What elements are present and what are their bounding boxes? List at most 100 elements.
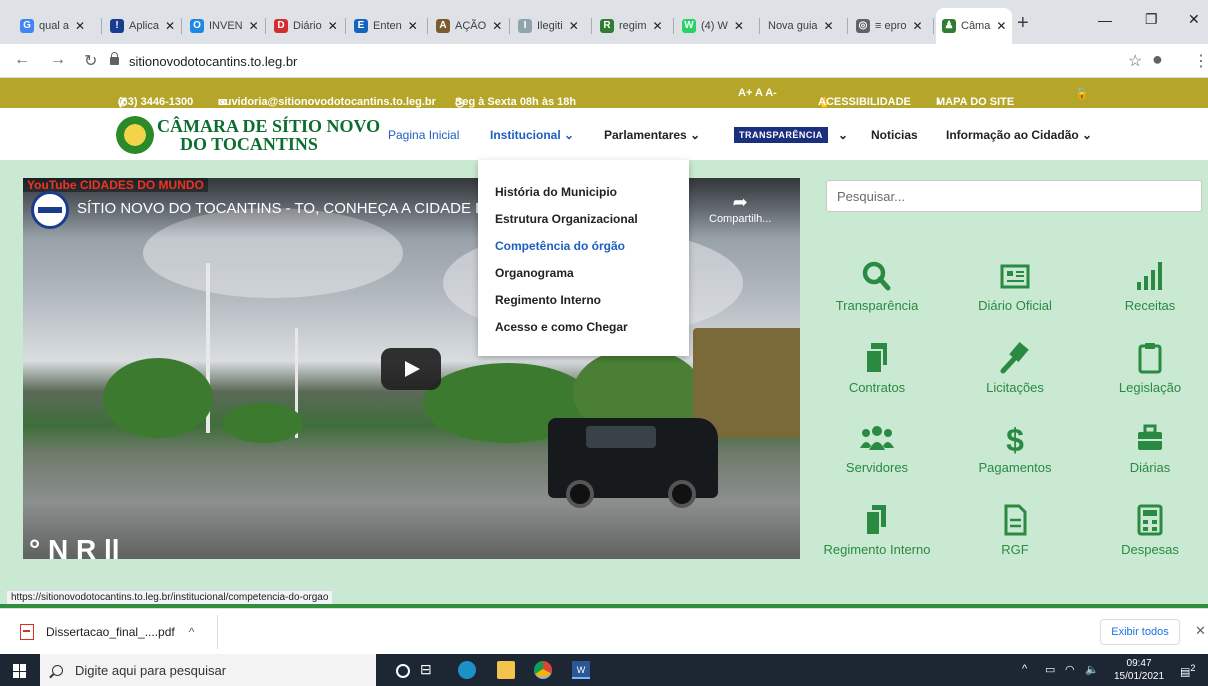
close-icon[interactable]: ✕: [824, 19, 834, 33]
volume-icon[interactable]: 🔈: [1085, 663, 1099, 676]
close-icon[interactable]: ✕: [75, 19, 85, 33]
file-text-icon: [1004, 504, 1027, 536]
word-icon[interactable]: W: [572, 661, 590, 679]
notifications-icon[interactable]: ▤2: [1180, 663, 1196, 679]
quick-link-servidores[interactable]: Servidores: [817, 420, 937, 475]
close-icon[interactable]: ✕: [1195, 623, 1206, 639]
close-icon[interactable]: ✕: [996, 19, 1006, 33]
nav-transparencia-badge[interactable]: TRANSPARÊNCIA: [734, 127, 828, 143]
play-button[interactable]: [381, 348, 441, 390]
chevron-down-icon: ⌄: [690, 128, 701, 142]
url-text: sitionovodotocantins.to.leg.br: [129, 53, 298, 69]
quick-link-regimento-interno[interactable]: Regimento Interno: [817, 502, 937, 557]
video-tree: [223, 403, 303, 443]
profile-icon[interactable]: ●: [1152, 49, 1163, 70]
quick-link-rgf[interactable]: RGF: [955, 502, 1075, 557]
chevron-down-icon[interactable]: ⌄: [838, 128, 848, 142]
dollar-icon: $: [1006, 422, 1024, 456]
nav-parlamentares[interactable]: Parlamentares ⌄: [604, 128, 700, 142]
share-button[interactable]: ➦ Compartilh...: [709, 192, 771, 225]
channel-avatar[interactable]: [31, 191, 69, 229]
browser-tab-active[interactable]: ♟ Câma ✕: [936, 8, 1012, 44]
menu-item-competencia[interactable]: Competência do órgão: [495, 239, 625, 253]
close-icon[interactable]: ✕: [569, 19, 579, 33]
nav-informacao-cidadao[interactable]: Informação ao Cidadão ⌄: [946, 128, 1092, 142]
quick-link-contratos[interactable]: Contratos: [817, 340, 937, 395]
close-icon[interactable]: ✕: [734, 19, 744, 33]
close-icon[interactable]: ✕: [249, 19, 259, 33]
reload-icon[interactable]: ↻: [84, 51, 97, 71]
menu-dots-icon[interactable]: ⋮: [1193, 51, 1208, 71]
window-close-icon[interactable]: ✕: [1188, 11, 1200, 28]
quick-link-transparencia[interactable]: Transparência: [817, 258, 937, 313]
task-view-icon[interactable]: ⊟: [420, 661, 438, 679]
browser-tab[interactable]: Rregim ✕: [594, 8, 674, 44]
close-icon[interactable]: ✕: [492, 19, 502, 33]
cortana-icon[interactable]: [396, 664, 410, 678]
close-icon[interactable]: ✕: [165, 19, 175, 33]
quick-link-diario-oficial[interactable]: Diário Oficial: [955, 258, 1075, 313]
browser-tab[interactable]: D Diário ✕: [268, 8, 346, 44]
video-title[interactable]: SÍTIO NOVO DO TOCANTINS - TO, CONHEÇA A …: [77, 200, 486, 217]
font-size-controls[interactable]: A+ A A-: [738, 87, 777, 99]
new-tab-button[interactable]: +: [1017, 12, 1029, 35]
chevron-down-icon: ⌄: [1082, 128, 1093, 142]
menu-item-regimento[interactable]: Regimento Interno: [495, 293, 601, 307]
logo-title-line2[interactable]: DO TOCANTINS: [180, 134, 318, 155]
quick-link-licitacoes[interactable]: Licitações: [955, 340, 1075, 395]
browser-tab[interactable]: ! Aplica ✕: [104, 8, 182, 44]
bookmark-star-icon[interactable]: ☆: [1128, 51, 1142, 71]
nav-home[interactable]: Pagina Inicial: [388, 128, 459, 142]
browser-tab[interactable]: W (4) W ✕: [676, 8, 760, 44]
address-bar[interactable]: sitionovodotocantins.to.leg.br: [110, 49, 1110, 73]
newspaper-icon: [1000, 264, 1030, 289]
chevron-down-icon: ⌄: [564, 128, 575, 142]
restore-icon[interactable]: ❐: [1145, 11, 1158, 28]
quick-link-diarias[interactable]: Diárias: [1090, 420, 1208, 475]
quick-link-pagamentos[interactable]: $ Pagamentos: [955, 420, 1075, 475]
taskbar-search-input[interactable]: Digite aqui para pesquisar: [40, 654, 376, 686]
search-input[interactable]: Pesquisar...: [826, 180, 1202, 212]
battery-icon[interactable]: ▭: [1045, 663, 1055, 676]
tab-favicon-icon: E: [354, 19, 368, 33]
menu-item-estrutura[interactable]: Estrutura Organizacional: [495, 212, 638, 226]
clipboard-icon: [1138, 343, 1162, 374]
browser-tab[interactable]: I Ilegiti ✕: [512, 8, 592, 44]
browser-tab[interactable]: Nova guia ✕: [762, 8, 848, 44]
chrome-icon[interactable]: [534, 661, 552, 679]
windows-start-icon[interactable]: [13, 664, 27, 678]
file-explorer-icon[interactable]: [497, 661, 515, 679]
menu-item-historia[interactable]: História do Municipio: [495, 185, 617, 199]
browser-tab[interactable]: ◎ ≡ epro ✕: [850, 8, 934, 44]
quick-link-receitas[interactable]: Receitas: [1090, 258, 1208, 313]
browser-tab[interactable]: E Enten ✕: [348, 8, 428, 44]
forward-arrow-icon[interactable]: →: [50, 51, 66, 69]
browser-tab[interactable]: Gqual a ✕: [14, 8, 102, 44]
nav-noticias[interactable]: Noticias: [871, 128, 918, 142]
edge-icon[interactable]: [458, 661, 476, 679]
chevron-up-icon[interactable]: ^: [1022, 663, 1027, 675]
close-icon[interactable]: ✕: [328, 19, 338, 33]
download-item[interactable]: Dissertacao_final_....pdf ^: [20, 624, 194, 640]
nav-institucional[interactable]: Institucional ⌄: [490, 128, 574, 142]
search-icon: [862, 261, 891, 291]
browser-tab[interactable]: A AÇÃO ✕: [430, 8, 510, 44]
browser-tab-strip: Gqual a ✕ ! Aplica ✕ O INVEN ✕ D Diário ✕ E Ente…: [0, 0, 1208, 44]
system-clock[interactable]: 09:47 15/01/2021: [1114, 657, 1164, 683]
quick-link-legislacao[interactable]: Legislação: [1090, 340, 1208, 395]
back-arrow-icon[interactable]: ←: [14, 51, 30, 69]
menu-item-organograma[interactable]: Organograma: [495, 266, 574, 280]
quick-link-despesas[interactable]: Despesas: [1090, 502, 1208, 557]
show-all-downloads-button[interactable]: Exibir todos: [1100, 619, 1180, 645]
browser-tab[interactable]: O INVEN ✕: [184, 8, 266, 44]
unlock-icon[interactable]: 🔓: [1075, 87, 1089, 100]
menu-item-acesso[interactable]: Acesso e como Chegar: [495, 320, 628, 334]
google-icon: G: [20, 19, 34, 33]
close-icon[interactable]: ✕: [408, 19, 418, 33]
logo-seal-icon[interactable]: [116, 116, 154, 154]
minimize-icon[interactable]: —: [1098, 12, 1112, 28]
wifi-icon[interactable]: ◠: [1065, 663, 1075, 676]
chevron-up-icon[interactable]: ^: [189, 625, 195, 639]
close-icon[interactable]: ✕: [913, 19, 923, 33]
close-icon[interactable]: ✕: [653, 19, 663, 33]
